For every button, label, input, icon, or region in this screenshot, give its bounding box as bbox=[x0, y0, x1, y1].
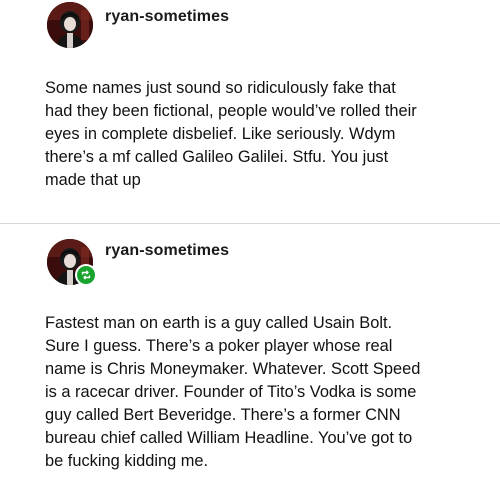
username[interactable]: ryan-sometimes bbox=[105, 242, 229, 260]
post-original: ryan-sometimes Some names just sound so … bbox=[0, 0, 500, 223]
avatar-icon bbox=[47, 2, 93, 48]
reblog-badge bbox=[75, 264, 97, 286]
avatar[interactable] bbox=[47, 2, 93, 48]
post-reblog: ryan-sometimes Fastest man on earth is a… bbox=[0, 224, 500, 500]
username[interactable]: ryan-sometimes bbox=[105, 8, 229, 26]
reblog-icon bbox=[81, 270, 91, 280]
post-body: Fastest man on earth is a guy called Usa… bbox=[45, 314, 421, 470]
post-body: Some names just sound so ridiculously fa… bbox=[45, 79, 417, 189]
